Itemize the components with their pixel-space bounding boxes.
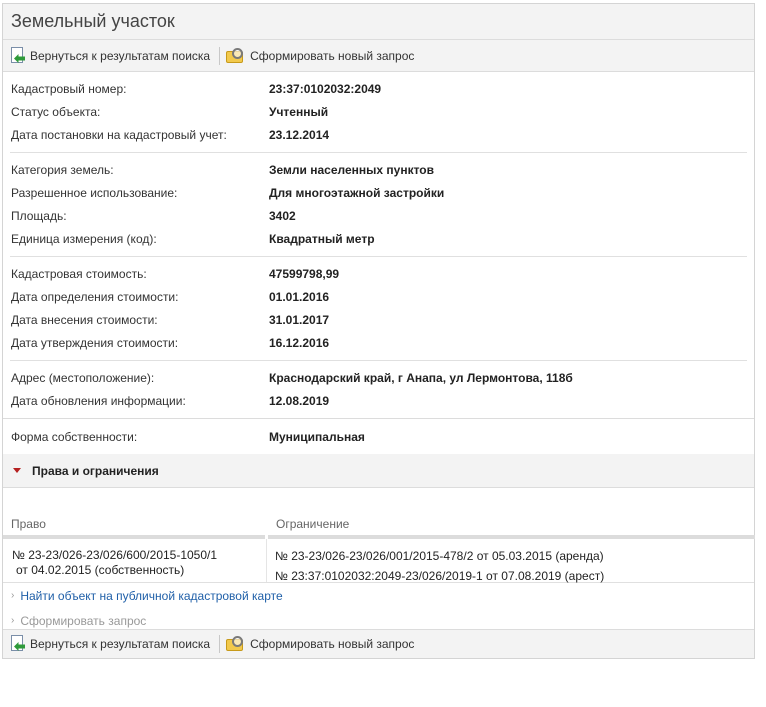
folder-search-icon [226, 636, 246, 652]
attribute-row: Кадастровый номер: 23:37:0102032:2049 [10, 77, 747, 100]
rights-section-title: Права и ограничения [32, 463, 159, 478]
attribute-value: Муниципальная [269, 429, 365, 444]
back-document-icon [10, 635, 26, 653]
column-divider [266, 539, 267, 582]
attribute-label: Кадастровая стоимость: [11, 266, 147, 281]
attribute-label: Дата постановки на кадастровый учет: [11, 127, 227, 142]
toolbar-divider [219, 46, 221, 65]
make-request-link-label: Сформировать запрос [20, 613, 147, 628]
back-to-results-label: Вернуться к результатам поиска [30, 48, 211, 63]
attribute-group-land: Категория земель: Земли населенных пункто… [10, 153, 747, 257]
rights-section-header[interactable]: Права и ограничения [3, 454, 754, 488]
attribute-row: Дата утверждения стоимости: 16.12.2016 [10, 331, 747, 354]
attribute-row: Площадь: 3402 [10, 204, 747, 227]
attribute-row: Форма собственности: Муниципальная [10, 425, 747, 448]
attribute-group-address: Адрес (местоположение): Краснодарский кра… [3, 361, 754, 419]
attribute-row: Дата постановки на кадастровый учет: 23.1… [10, 123, 747, 146]
public-map-link-label: Найти объект на публичной кадастровой ка… [20, 588, 283, 603]
attribute-label: Дата утверждения стоимости: [11, 335, 179, 350]
attribute-label: Единица измерения (код): [11, 231, 157, 246]
new-query-button-bottom[interactable]: Сформировать новый запрос [226, 636, 414, 652]
new-query-label: Сформировать новый запрос [250, 637, 415, 651]
attribute-label: Кадастровый номер: [11, 81, 127, 96]
right-cell: № 23-23/026-23/026/600/2015-1050/1 от 04… [12, 548, 262, 578]
attribute-value: 47599798,99 [269, 266, 340, 281]
attribute-row: Дата внесения стоимости: 31.01.2017 [10, 308, 747, 331]
attribute-value: Для многоэтажной застройки [269, 185, 445, 200]
attribute-value: 23:37:0102032:2049 [269, 81, 382, 96]
back-to-results-label: Вернуться к результатам поиска [30, 637, 211, 651]
new-query-label: Сформировать новый запрос [250, 48, 415, 63]
column-header-right: Право [3, 512, 265, 539]
actions-links: › Найти объект на публичной кадастровой … [3, 582, 754, 633]
attribute-row: Категория земель: Земли населенных пункто… [10, 158, 747, 181]
public-map-link[interactable]: › Найти объект на публичной кадастровой … [11, 583, 754, 608]
attribute-row: Адрес (местоположение): Краснодарский кра… [10, 366, 747, 389]
top-toolbar: Вернуться к результатам поиска Сформиров… [3, 40, 754, 72]
attribute-value: 31.01.2017 [269, 312, 330, 327]
attribute-label: Форма собственности: [11, 429, 138, 444]
attribute-value: 12.08.2019 [269, 393, 330, 408]
attribute-value: 16.12.2016 [269, 335, 330, 350]
attribute-label: Дата определения стоимости: [11, 289, 179, 304]
restriction-entry: № 23-23/026-23/026/001/2015-478/2 от 05.… [275, 549, 604, 563]
page-title: Земельный участок [11, 11, 175, 31]
attribute-value: 3402 [269, 208, 296, 223]
attribute-value: 01.01.2016 [269, 289, 330, 304]
attribute-label: Категория земель: [11, 162, 114, 177]
restriction-cell: № 23-23/026-23/026/001/2015-478/2 от 05.… [275, 546, 604, 586]
attributes-list: Кадастровый номер: 23:37:0102032:2049 Ста… [3, 72, 754, 454]
toolbar-divider [219, 635, 221, 653]
attribute-group-identification: Кадастровый номер: 23:37:0102032:2049 Ста… [10, 72, 747, 153]
land-plot-panel: Земельный участок Вернуться к результата… [2, 3, 755, 659]
title-bar: Земельный участок [3, 4, 754, 40]
attribute-row: Дата определения стоимости: 01.01.2016 [10, 285, 747, 308]
attribute-label: Дата внесения стоимости: [11, 312, 158, 327]
attribute-label: Дата обновления информации: [11, 393, 186, 408]
attribute-value: Квадратный метр [269, 231, 375, 246]
back-document-icon [10, 46, 26, 65]
new-query-button[interactable]: Сформировать новый запрос [226, 47, 415, 64]
attribute-label: Адрес (местоположение): [11, 370, 155, 385]
attribute-row: Дата обновления информации: 12.08.2019 [10, 389, 747, 412]
attribute-row: Единица измерения (код): Квадратный метр [10, 227, 747, 250]
chevron-right-icon: › [11, 590, 15, 601]
bottom-toolbar: Вернуться к результатам поиска Сформиров… [3, 629, 754, 658]
right-number: № 23-23/026-23/026/600/2015-1050/1 [12, 548, 218, 562]
attribute-row: Кадастровая стоимость: 47599798,99 [10, 262, 747, 285]
chevron-right-icon: › [11, 615, 15, 626]
rights-table: Право Ограничение № 23-23/026-23/026/600… [3, 488, 755, 583]
attribute-label: Разрешенное использование: [11, 185, 178, 200]
right-date-type: от 04.02.2015 (собственность) [16, 563, 185, 577]
attribute-row: Разрешенное использование: Для многоэтажн… [10, 181, 747, 204]
attribute-value: 23.12.2014 [269, 127, 330, 142]
attribute-label: Статус объекта: [11, 104, 101, 119]
attribute-value: Краснодарский край, г Анапа, ул Лермонто… [269, 370, 573, 385]
back-to-results-button[interactable]: Вернуться к результатам поиска [10, 46, 211, 65]
attribute-group-ownership: Форма собственности: Муниципальная [3, 419, 754, 454]
folder-search-icon [226, 47, 246, 64]
restriction-entry: № 23:37:0102032:2049-23/026/2019-1 от 07… [275, 569, 605, 583]
attribute-value: Земли населенных пунктов [269, 162, 435, 177]
attribute-group-valuation: Кадастровая стоимость: 47599798,99 Дата о… [10, 257, 747, 361]
attribute-value: Учтенный [269, 104, 329, 119]
attribute-label: Площадь: [11, 208, 67, 223]
collapse-triangle-icon [13, 468, 21, 473]
column-header-restriction: Ограничение [268, 512, 755, 539]
attribute-row: Статус объекта: Учтенный [10, 100, 747, 123]
back-to-results-button-bottom[interactable]: Вернуться к результатам поиска [10, 635, 210, 653]
